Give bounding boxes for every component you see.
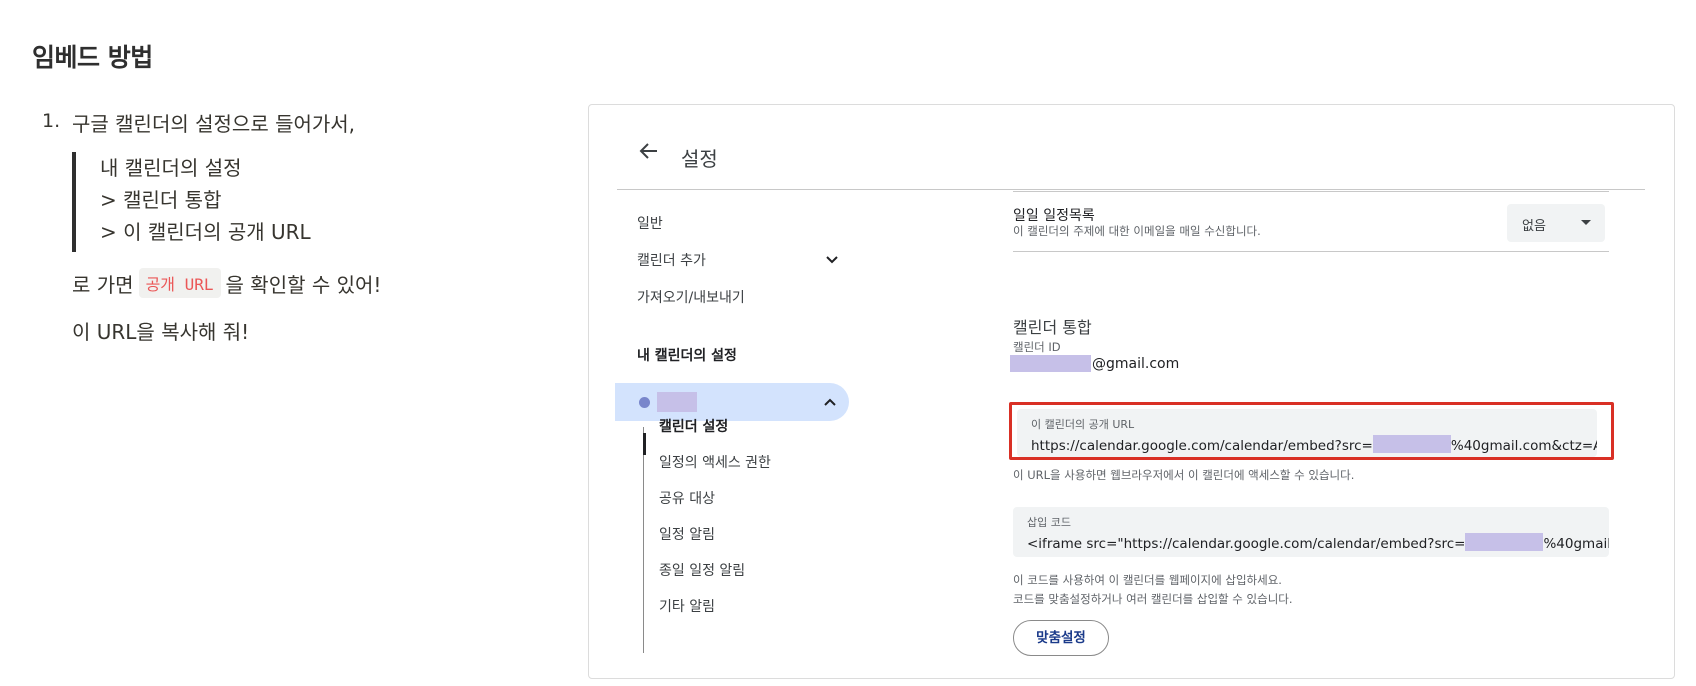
nav-import-export[interactable]: 가져오기/내보내기	[637, 287, 745, 307]
quote-block: 내 캘린더의 설정 > 캘린더 통합 > 이 캘린더의 공개 URL	[72, 152, 476, 252]
daily-agenda-title: 일일 일정목록	[1013, 208, 1095, 224]
selected-calendar-item[interactable]	[615, 383, 849, 421]
nav-add-calendar[interactable]: 캘린더 추가	[637, 250, 706, 270]
submenu-rail	[643, 427, 644, 653]
nav-my-calendars: 내 캘린더의 설정	[637, 348, 737, 364]
daily-agenda-dropdown[interactable]: 없음	[1507, 204, 1605, 242]
dropdown-value: 없음	[1522, 219, 1546, 234]
quote-line-3: > 이 캘린더의 공개 URL	[100, 220, 311, 244]
instruction-line: 로 가면 공개 URL 을 확인할 수 있어!	[72, 268, 381, 298]
nav-general[interactable]: 일반	[637, 213, 663, 233]
embed-code-value[interactable]: <iframe src="https://calendar.google.com…	[1027, 533, 1609, 552]
settings-title: 설정	[681, 147, 718, 171]
chevron-up-icon[interactable]	[823, 395, 837, 409]
embed-code-box[interactable]: 삽입 코드 <iframe src="https://calendar.goog…	[1013, 507, 1609, 557]
back-arrow-icon	[639, 143, 657, 159]
page-heading: 임베드 방법	[32, 43, 153, 72]
highlight-box	[1009, 402, 1614, 460]
calendar-color-dot	[639, 397, 650, 408]
quote-line-2: > 캘린더 통합	[100, 188, 222, 212]
content-top-divider	[1013, 191, 1609, 192]
calendar-id-label: 캘린더 ID	[1013, 340, 1061, 354]
sub-other-notifications[interactable]: 기타 알림	[659, 596, 715, 616]
embed-suffix: %40gmail.com&	[1543, 536, 1609, 552]
agenda-divider	[1013, 251, 1609, 252]
integration-title: 캘린더 통합	[1013, 318, 1092, 337]
chevron-down-icon[interactable]	[825, 253, 839, 267]
header-divider	[617, 189, 1645, 190]
redacted-calendar-name	[657, 392, 697, 412]
submenu-active-indicator	[643, 433, 646, 455]
sub-event-notifications[interactable]: 일정 알림	[659, 524, 715, 544]
customize-button[interactable]: 맞춤설정	[1013, 620, 1109, 656]
public-url-desc: 이 URL을 사용하면 웹브라우저에서 이 캘린더에 액세스할 수 있습니다.	[1013, 468, 1355, 482]
step-text: 구글 캘린더의 설정으로 들어가서,	[72, 112, 356, 136]
redacted-calendar-id	[1010, 355, 1091, 372]
inline-code: 공개 URL	[138, 268, 221, 298]
sub-access-permissions[interactable]: 일정의 액세스 권한	[659, 452, 771, 472]
embed-code-label: 삽입 코드	[1027, 516, 1071, 529]
dropdown-caret-icon	[1581, 220, 1591, 225]
copy-instruction: 이 URL을 복사해 줘!	[72, 320, 250, 344]
redacted-embed-id	[1465, 533, 1544, 551]
sub-share-with[interactable]: 공유 대상	[659, 488, 715, 508]
embed-prefix: <iframe src="https://calendar.google.com…	[1027, 536, 1466, 552]
sub-calendar-settings[interactable]: 캘린더 설정	[659, 416, 728, 436]
embed-desc-1: 이 코드를 사용하여 이 캘린더를 웹페이지에 삽입하세요.	[1013, 573, 1282, 587]
daily-agenda-desc: 이 캘린더의 주제에 대한 이메일을 매일 수신합니다.	[1013, 224, 1261, 238]
sub-allday-notifications[interactable]: 종일 일정 알림	[659, 560, 745, 580]
instruction-after: 을 확인할 수 있어!	[225, 272, 382, 297]
instruction-before: 로 가면	[72, 272, 134, 297]
quote-line-1: 내 캘린더의 설정	[100, 156, 242, 180]
calendar-settings-screenshot: 설정 일반 캘린더 추가 가져오기/내보내기 내 캘린더의 설정 캘린더 설정 …	[588, 104, 1675, 679]
calendar-id-suffix: @gmail.com	[1092, 356, 1180, 372]
embed-desc-2: 코드를 맞춤설정하거나 여러 캘린더를 삽입할 수 있습니다.	[1013, 592, 1293, 606]
step-number: 1.	[42, 110, 61, 132]
